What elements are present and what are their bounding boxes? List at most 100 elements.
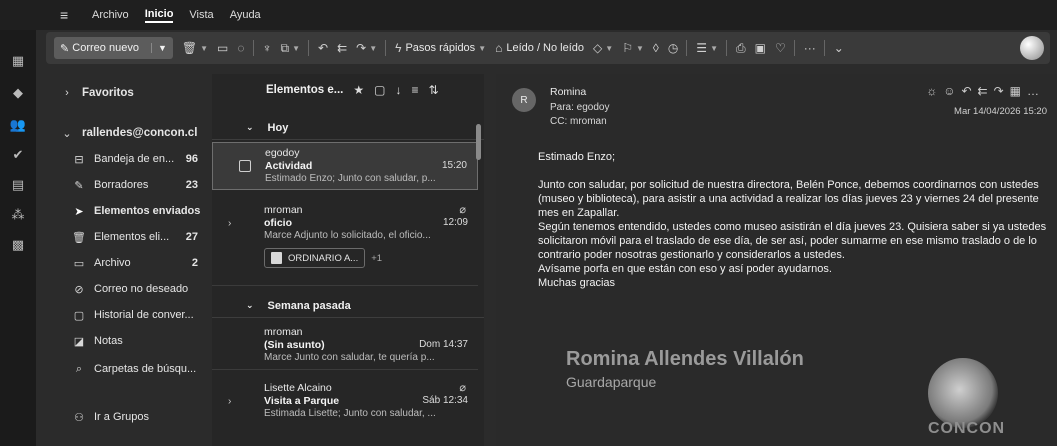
copilot-icon[interactable] xyxy=(1020,36,1044,60)
group-last-week[interactable]: ⌄ Semana pasada xyxy=(212,294,484,318)
rules-icon: ☰ xyxy=(696,41,708,55)
discover-button[interactable]: ♡ xyxy=(775,41,786,55)
quick-steps-label: Pasos rápidos xyxy=(405,42,476,54)
folder-history[interactable]: ▢ Historial de conver... xyxy=(58,302,206,328)
attachment-more[interactable]: +1 xyxy=(371,253,382,264)
divider xyxy=(793,40,795,56)
chevron-down-icon[interactable]: ▼ xyxy=(150,43,167,53)
folder-count: 96 xyxy=(185,153,198,165)
message-item[interactable]: › ⌀ mroman oficio 12:09 Marce Adjunto lo… xyxy=(212,200,478,286)
archive-icon: ▭ xyxy=(217,41,229,55)
recipient-to[interactable]: Para: egodoy xyxy=(550,102,610,113)
flag-icon: ⚐ xyxy=(622,41,633,55)
report-button[interactable]: ◌ xyxy=(237,41,244,55)
sun-icon[interactable]: ☼ xyxy=(926,84,943,98)
chevron-down-icon: ▼ xyxy=(710,43,718,53)
sender-name[interactable]: Romina xyxy=(550,86,586,98)
folder-deleted[interactable]: 🗑 Elementos eli... 27 xyxy=(58,224,206,250)
pin-button[interactable]: ◊ xyxy=(653,41,659,55)
attachment-chip[interactable]: ORDINARIO A... xyxy=(264,248,366,268)
todo-check-icon[interactable]: ✔ xyxy=(9,146,27,164)
hamburger-icon[interactable]: ≡ xyxy=(60,7,76,23)
select-icon[interactable]: ▢ xyxy=(374,83,385,97)
message-preview: Marce Junto con saludar, te quería p... xyxy=(264,352,435,363)
folder-label: Notas xyxy=(94,335,123,347)
folder-drafts[interactable]: ✎ Borradores 23 xyxy=(58,172,206,198)
delete-button[interactable]: 🗑 ▼ xyxy=(182,41,208,55)
shapes-icon[interactable]: ◆ xyxy=(9,84,27,102)
recipient-cc[interactable]: CC: mroman xyxy=(550,116,607,127)
message-list-scrollbar[interactable] xyxy=(476,124,481,160)
forward-icon[interactable]: ↷ xyxy=(994,84,1010,98)
message-time: 12:09 xyxy=(442,217,468,228)
flag-button[interactable]: ⚐ ▼ xyxy=(622,41,644,55)
account-header[interactable]: ⌄ rallendes@concon.cl xyxy=(46,120,206,146)
clock-icon: ◷ xyxy=(667,41,679,55)
folder-label: Elementos enviados xyxy=(94,205,201,217)
apps-grid-icon[interactable]: ▩ xyxy=(9,236,27,254)
apps-icon[interactable]: ▦ xyxy=(1010,84,1027,98)
reply-button[interactable]: ↶ xyxy=(318,41,328,55)
sweep-button[interactable]: ♆ xyxy=(263,41,272,55)
ribbon-toolbar: ✎ Correo nuevo ▼ 🗑 ▼ ▭ ◌ ♆ ⧉ ▼ ↶ ⇇ ↷ ▼ ϟ Pas… xyxy=(46,32,1050,64)
select-checkbox[interactable] xyxy=(239,160,251,172)
paperclip-icon: ⌀ xyxy=(459,204,466,216)
favorites-header[interactable]: › Favoritos xyxy=(46,80,206,106)
menu-archivo[interactable]: Archivo xyxy=(92,9,129,21)
sort-icon[interactable]: ⇅ xyxy=(428,83,438,97)
ellipsis-icon[interactable]: … xyxy=(1027,84,1045,98)
expand-ribbon-button[interactable]: ⌄ xyxy=(834,41,844,55)
folder-groups[interactable]: ⚇ Ir a Grupos xyxy=(58,404,206,430)
folder-move-icon: ⧉ xyxy=(280,40,290,55)
message-sender: egodoy xyxy=(265,147,300,159)
snooze-button[interactable]: ◷ xyxy=(668,41,678,55)
read-unread-button[interactable]: ⌂ Leído / No leído xyxy=(495,41,584,55)
filter-icon[interactable]: ≡ xyxy=(411,83,418,97)
more-options-button[interactable]: ··· xyxy=(804,41,816,55)
org-icon[interactable]: ⁂ xyxy=(9,206,27,224)
reply-all-button[interactable]: ⇇ xyxy=(337,41,347,55)
folder-pane: › Favoritos ⌄ rallendes@concon.cl ⊟ Band… xyxy=(46,74,206,446)
pin-icon: ◊ xyxy=(652,41,659,55)
folder-search[interactable]: ⌕ Carpetas de búsqu... xyxy=(58,356,206,382)
tag-button[interactable]: ◇ ▼ xyxy=(593,41,613,55)
message-time: Dom 14:37 xyxy=(419,339,468,350)
emoji-icon[interactable]: ☺ xyxy=(943,84,961,98)
move-button[interactable]: ⧉ ▼ xyxy=(281,41,301,56)
avatar[interactable]: R xyxy=(512,88,536,112)
people-icon[interactable]: 👥 xyxy=(9,116,27,134)
sort-down-icon[interactable]: ↓ xyxy=(395,83,401,97)
message-preview: Estimado Enzo; Junto con saludar, p... xyxy=(265,173,436,184)
menu-inicio[interactable]: Inicio xyxy=(144,8,174,23)
group-today[interactable]: ⌄ Hoy xyxy=(212,116,484,140)
new-mail-button[interactable]: ✎ Correo nuevo ▼ xyxy=(54,37,173,59)
reply-icon[interactable]: ↶ xyxy=(961,84,977,98)
print-button[interactable]: ⎙ xyxy=(736,41,746,56)
chevron-right-icon[interactable]: › xyxy=(228,396,231,407)
message-item[interactable]: › ⌀ Lisette Alcaino Visita a Parque Sáb … xyxy=(212,378,478,446)
menu-ayuda[interactable]: Ayuda xyxy=(230,9,261,21)
divider xyxy=(385,40,387,56)
calendar-icon[interactable]: ▦ xyxy=(9,52,27,70)
folder-archive[interactable]: ▭ Archivo 2 xyxy=(58,250,206,276)
immersive-reader-button[interactable]: ▣ xyxy=(755,41,766,55)
message-time: Sáb 12:34 xyxy=(422,395,468,406)
chevron-right-icon[interactable]: › xyxy=(228,218,231,229)
folder-notes[interactable]: ◪ Notas xyxy=(58,328,206,354)
reply-all-icon[interactable]: ⇇ xyxy=(978,84,994,98)
quick-steps-button[interactable]: ϟ Pasos rápidos ▼ xyxy=(395,41,486,55)
rules-button[interactable]: ☰ ▼ xyxy=(696,41,718,55)
message-sender: mroman xyxy=(264,326,303,338)
star-icon[interactable]: ★ xyxy=(353,83,364,97)
message-item[interactable]: egodoy Actividad 15:20 Estimado Enzo; Ju… xyxy=(212,142,478,190)
folder-sent[interactable]: ➤ Elementos enviados xyxy=(58,198,206,224)
archive-button[interactable]: ▭ xyxy=(217,41,228,55)
message-item[interactable]: mroman (Sin asunto) Dom 14:37 Marce Junt… xyxy=(212,322,478,370)
menu-vista[interactable]: Vista xyxy=(189,9,213,21)
folder-inbox[interactable]: ⊟ Bandeja de en... 96 xyxy=(58,146,206,172)
forward-button[interactable]: ↷ ▼ xyxy=(356,41,377,55)
envelope-open-icon: ⌂ xyxy=(495,41,503,55)
message-sender: Lisette Alcaino xyxy=(264,382,332,394)
folder-junk[interactable]: ⊘ Correo no deseado xyxy=(58,276,206,302)
files-icon[interactable]: ▤ xyxy=(9,176,27,194)
